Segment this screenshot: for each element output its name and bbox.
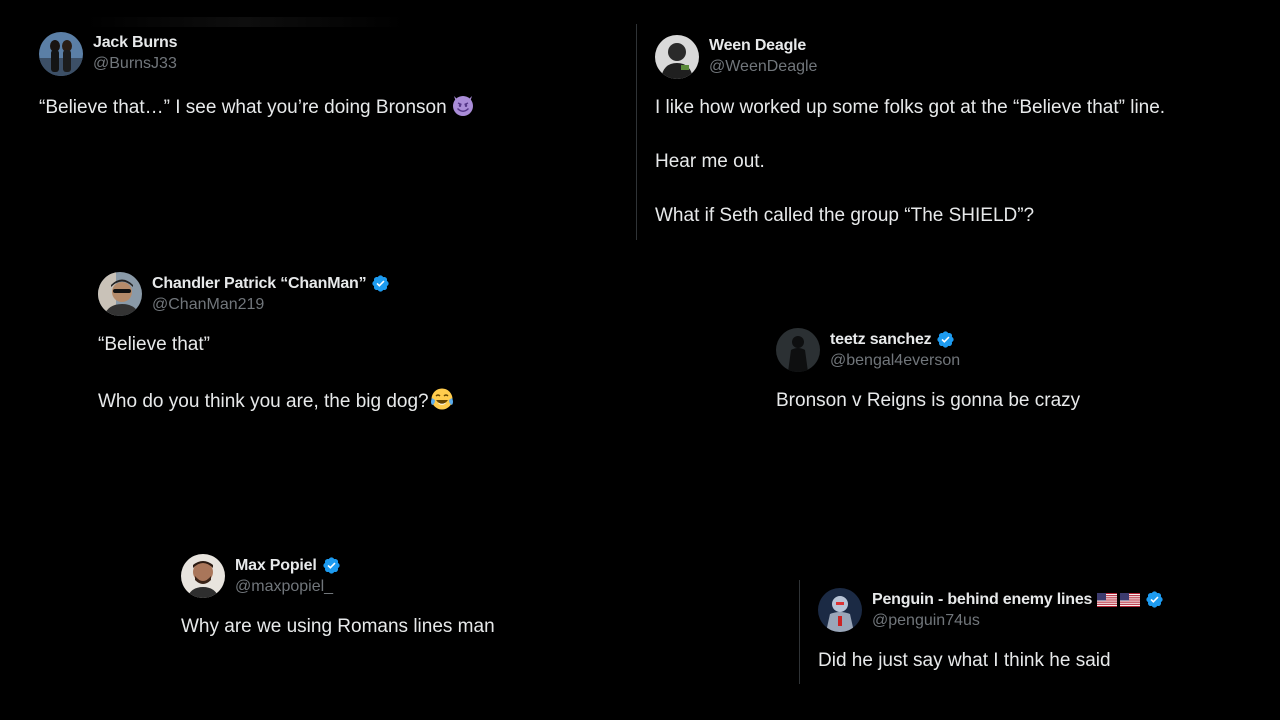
user-handle[interactable]: @BurnsJ33 [93, 55, 177, 73]
smiling-devil-emoji [451, 93, 475, 117]
tweet-max-popiel: Max Popiel @maxpopiel_ Why are we using … [181, 554, 701, 639]
us-flag-icon [1120, 592, 1141, 607]
avatar[interactable] [39, 32, 83, 76]
user-handle[interactable]: @ChanMan219 [152, 296, 390, 314]
verified-badge-icon[interactable] [936, 330, 955, 349]
tweet-line: Bronson v Reigns is gonna be crazy [776, 390, 1081, 411]
tweet-text: Did he just say what I think he said [818, 649, 1258, 673]
verified-badge-icon[interactable] [371, 274, 390, 293]
display-name[interactable]: Chandler Patrick “ChanMan” [152, 275, 367, 293]
avatar[interactable] [655, 35, 699, 79]
display-name[interactable]: Penguin - behind enemy lines [872, 591, 1092, 609]
display-name[interactable]: Ween Deagle [709, 37, 806, 55]
tweet-line: Why are we using Romans lines man [181, 616, 495, 637]
tweet-ween-deagle: Ween Deagle @WeenDeagle I like how worke… [655, 35, 1255, 228]
tweet-text: Bronson v Reigns is gonna be crazy [776, 389, 1256, 413]
display-name[interactable]: Max Popiel [235, 557, 317, 575]
tears-of-joy-emoji [430, 387, 454, 411]
avatar[interactable] [818, 588, 862, 632]
avatar[interactable] [776, 328, 820, 372]
tweet-text: “Believe that” Who do you think you are,… [98, 333, 658, 414]
tweet-penguin: Penguin - behind enemy lines @penguin74u… [818, 588, 1258, 673]
user-handle[interactable]: @bengal4everson [830, 352, 960, 370]
tweet-line: Who do you think you are, the big dog? [98, 391, 429, 412]
tweet-text: Why are we using Romans lines man [181, 615, 701, 639]
tweet-line: “Believe that…” I see what you’re doing … [39, 97, 447, 118]
user-handle[interactable]: @WeenDeagle [709, 58, 817, 76]
decorative-shadow [85, 17, 405, 27]
tweet-text: “Believe that…” I see what you’re doing … [39, 93, 599, 120]
verified-badge-icon[interactable] [1145, 590, 1164, 609]
tweet-line: Did he just say what I think he said [818, 650, 1111, 671]
user-handle[interactable]: @penguin74us [872, 612, 1164, 630]
display-name[interactable]: teetz sanchez [830, 331, 932, 349]
display-name[interactable]: Jack Burns [93, 34, 177, 52]
tweet-teetz-sanchez: teetz sanchez @bengal4everson Bronson v … [776, 328, 1256, 413]
tweet-line: Hear me out. [655, 151, 765, 172]
tweet-divider [799, 580, 800, 684]
tweet-text: I like how worked up some folks got at t… [655, 96, 1255, 228]
avatar[interactable] [98, 272, 142, 316]
tweet-line: “Believe that” [98, 334, 210, 355]
user-handle[interactable]: @maxpopiel_ [235, 578, 341, 596]
tweet-jack-burns: Jack Burns @BurnsJ33 “Believe that…” I s… [39, 32, 599, 120]
tweet-line: I like how worked up some folks got at t… [655, 97, 1166, 118]
tweet-divider [636, 24, 637, 240]
avatar[interactable] [181, 554, 225, 598]
us-flag-icon [1097, 592, 1118, 607]
flags [1097, 592, 1141, 607]
tweet-line: What if Seth called the group “The SHIEL… [655, 205, 1035, 226]
verified-badge-icon[interactable] [322, 556, 341, 575]
tweet-chandler-patrick: Chandler Patrick “ChanMan” @ChanMan219 “… [98, 272, 658, 414]
